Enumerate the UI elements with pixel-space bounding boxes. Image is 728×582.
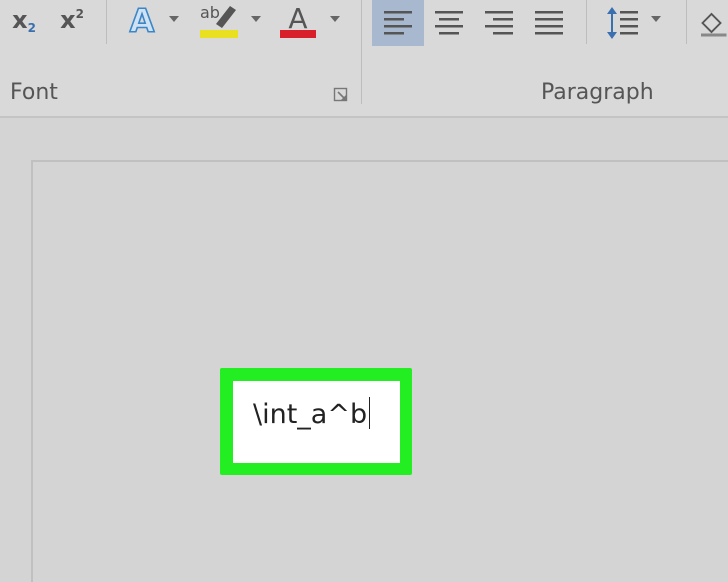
superscript-icon: x2 (60, 6, 84, 34)
dialog-launcher-icon (333, 87, 348, 102)
equation-text: \int_a^b (253, 396, 371, 430)
ribbon-group-divider (361, 0, 362, 104)
highlight-button[interactable]: ab (196, 0, 242, 40)
chevron-down-icon (169, 16, 179, 22)
ribbon-divider (586, 0, 587, 44)
ribbon-divider (686, 0, 687, 44)
font-color-icon: A (280, 2, 316, 38)
font-dialog-launcher[interactable] (333, 87, 349, 103)
font-group-label: Font (10, 80, 58, 105)
justify-button[interactable] (526, 0, 572, 46)
justify-icon (535, 11, 563, 35)
svg-text:ab: ab (200, 3, 220, 22)
shading-button[interactable] (698, 0, 728, 46)
chevron-down-icon (651, 16, 661, 22)
align-center-button[interactable] (426, 0, 472, 46)
align-right-button[interactable] (476, 0, 522, 46)
font-color-dropdown[interactable] (327, 12, 343, 26)
ribbon-divider (106, 0, 107, 44)
highlighter-icon: ab (200, 3, 238, 38)
text-effects-icon: A (129, 2, 156, 38)
text-caret (369, 396, 371, 429)
line-spacing-button[interactable] (600, 0, 644, 46)
line-spacing-icon (607, 7, 638, 39)
ribbon: x2 x2 A ab A Font Paragraph (0, 0, 728, 118)
subscript-button[interactable]: x2 (4, 2, 44, 38)
text-effects-button[interactable]: A (122, 0, 162, 40)
svg-text:A: A (130, 2, 155, 38)
paragraph-group-label: Paragraph (541, 80, 654, 105)
align-right-icon (485, 11, 513, 35)
subscript-icon: x2 (12, 5, 36, 35)
line-spacing-dropdown[interactable] (648, 12, 664, 26)
text-effects-dropdown[interactable] (166, 12, 182, 26)
chevron-down-icon (251, 16, 261, 22)
equation-input-box[interactable]: \int_a^b (233, 381, 400, 463)
font-color-button[interactable]: A (276, 0, 320, 40)
align-left-icon (384, 11, 412, 35)
shading-bucket-icon (701, 12, 727, 37)
superscript-button[interactable]: x2 (52, 2, 92, 38)
align-left-button[interactable] (372, 0, 424, 46)
highlight-dropdown[interactable] (248, 12, 264, 26)
align-center-icon (435, 11, 463, 35)
chevron-down-icon (330, 16, 340, 22)
